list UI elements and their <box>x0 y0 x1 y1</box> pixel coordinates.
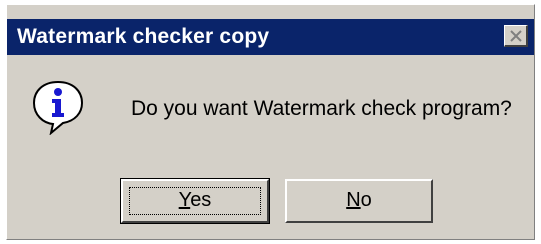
window-title: Watermark checker copy <box>17 25 270 48</box>
no-label-rest: o <box>360 189 372 211</box>
yes-button[interactable]: Yes <box>120 178 270 224</box>
info-icon <box>32 80 84 135</box>
no-mnemonic: N <box>346 189 361 211</box>
no-button[interactable]: No <box>285 179 433 223</box>
focus-rectangle <box>129 187 261 215</box>
close-button[interactable] <box>504 25 528 47</box>
close-icon <box>510 30 522 42</box>
message-dialog: Watermark checker copy Do you want Water… <box>6 4 535 240</box>
dialog-message: Do you want Watermark check program? <box>131 97 512 120</box>
title-bar[interactable]: Watermark checker copy <box>7 19 534 55</box>
